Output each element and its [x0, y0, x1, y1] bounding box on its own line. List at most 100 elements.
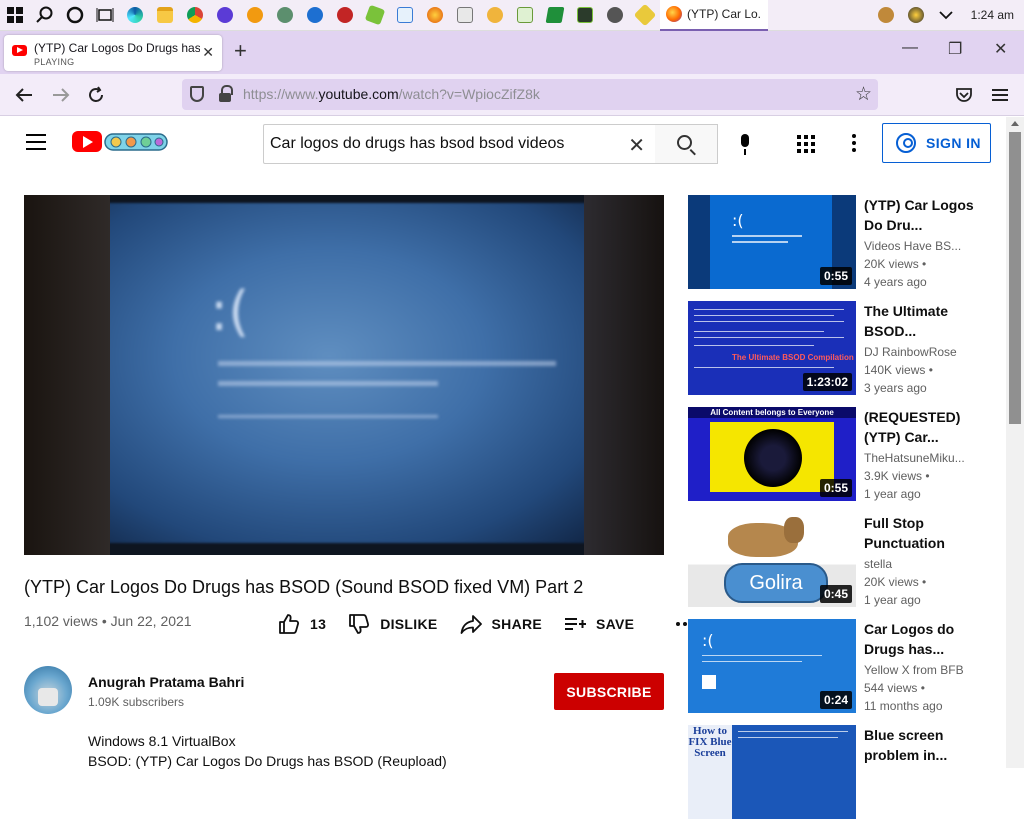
edge-dev-icon[interactable]: [300, 0, 330, 30]
scroll-up-arrow-icon[interactable]: [1011, 121, 1019, 126]
settings-app-icon[interactable]: [600, 0, 630, 30]
channel-avatar[interactable]: [24, 666, 72, 714]
close-window-button[interactable]: ✕: [994, 39, 1007, 59]
search-box[interactable]: ✕: [263, 124, 656, 164]
related-video-thumbnail[interactable]: Golira 0:45: [688, 513, 856, 607]
lock-icon[interactable]: [219, 85, 233, 103]
edge-icon[interactable]: [120, 0, 150, 30]
page-scrollbar[interactable]: [1006, 117, 1024, 768]
related-video-thumbnail[interactable]: How to FIX Blue Screen: [688, 725, 856, 819]
taskbar-active-window[interactable]: (YTP) Car Lo...: [660, 0, 768, 31]
related-video-age: 4 years ago: [864, 275, 927, 289]
browser-tab-active[interactable]: (YTP) Car Logos Do Drugs has BSOD (Sound…: [4, 35, 222, 71]
pen-app-icon[interactable]: [630, 0, 660, 30]
minimize-window-button[interactable]: —: [902, 39, 918, 57]
sign-in-label: SIGN IN: [926, 135, 981, 151]
search-input[interactable]: [270, 133, 610, 155]
related-video-title[interactable]: Full Stop Punctuation: [864, 513, 982, 553]
address-bar[interactable]: https://www.youtube.com/watch?v=WpiocZif…: [182, 79, 878, 110]
related-video[interactable]: How to FIX Blue Screen Blue screen probl…: [688, 725, 998, 819]
chevron-down-icon[interactable]: [931, 0, 961, 30]
taskbar-clock[interactable]: 1:24 am: [961, 8, 1024, 22]
star-app-icon[interactable]: [871, 0, 901, 30]
app-menu-button[interactable]: [987, 82, 1013, 108]
firefox-dev-icon[interactable]: [420, 0, 450, 30]
guide-menu-icon[interactable]: [26, 134, 46, 150]
video-frame-bsod-screen: [104, 203, 604, 543]
search-button[interactable]: [655, 124, 718, 164]
related-video[interactable]: :( 0:24 Car Logos do Drugs has... Yellow…: [688, 619, 998, 713]
related-video[interactable]: Golira 0:45 Full Stop Punctuation stella…: [688, 513, 998, 607]
scrollbar-thumb[interactable]: [1009, 132, 1021, 424]
related-video-channel[interactable]: TheHatsuneMiku...: [864, 451, 982, 465]
cortana-icon[interactable]: [60, 0, 90, 30]
restore-window-button[interactable]: ❐: [948, 39, 962, 59]
coin-app-icon[interactable]: [480, 0, 510, 30]
tracking-protection-icon[interactable]: [190, 86, 204, 102]
related-video[interactable]: All Content belongs to Everyone 0:55 (RE…: [688, 407, 998, 501]
related-video-title[interactable]: Blue screen problem in...: [864, 725, 982, 765]
related-video-channel[interactable]: Videos Have BS...: [864, 239, 982, 253]
related-video[interactable]: The Ultimate BSOD Compilation 1:23:02 Th…: [688, 301, 998, 395]
save-button[interactable]: SAVE: [564, 613, 634, 635]
video-title: (YTP) Car Logos Do Drugs has BSOD (Sound…: [24, 577, 584, 597]
related-video-channel[interactable]: DJ RainbowRose: [864, 345, 982, 359]
firefox-tray-icon[interactable]: [901, 0, 931, 30]
dislike-button[interactable]: DISLIKE: [348, 613, 437, 635]
gem-app-icon[interactable]: [360, 0, 390, 30]
related-video-channel[interactable]: stella: [864, 557, 982, 571]
youtube-logo-icon[interactable]: [72, 131, 102, 152]
reload-button[interactable]: [83, 82, 109, 108]
close-tab-icon[interactable]: ✕: [202, 44, 214, 61]
thumbnail-banner-text: All Content belongs to Everyone: [688, 407, 856, 418]
windows-start-icon[interactable]: [0, 0, 30, 30]
app-icon[interactable]: [270, 0, 300, 30]
share-button[interactable]: SHARE: [460, 613, 543, 635]
back-button[interactable]: [11, 82, 37, 108]
microphone-icon[interactable]: [738, 134, 752, 156]
subscribe-button[interactable]: SUBSCRIBE: [554, 673, 664, 710]
related-video[interactable]: :( 0:55 (YTP) Car Logos Do Dru... Videos…: [688, 195, 998, 289]
related-video-channel[interactable]: Yellow X from BFB: [864, 663, 982, 677]
url-text[interactable]: https://www.youtube.com/watch?v=WpiocZif…: [243, 86, 540, 102]
youtube-doodle-logo[interactable]: [104, 130, 168, 154]
bsod-text-line: [218, 381, 438, 386]
youtube-favicon-icon: [12, 45, 27, 56]
video-duration: 0:55: [819, 267, 852, 285]
related-video-thumbnail[interactable]: The Ultimate BSOD Compilation 1:23:02: [688, 301, 856, 395]
search-icon[interactable]: [30, 0, 60, 30]
sign-in-button[interactable]: SIGN IN: [882, 123, 991, 163]
bsod-text-line: [218, 361, 556, 366]
related-video-title[interactable]: (YTP) Car Logos Do Dru...: [864, 195, 982, 235]
tree-app-icon[interactable]: [540, 0, 570, 30]
apps-grid-icon[interactable]: [797, 135, 815, 153]
bug-app-icon[interactable]: [330, 0, 360, 30]
related-video-thumbnail[interactable]: :( 0:24: [688, 619, 856, 713]
chrome-icon[interactable]: [180, 0, 210, 30]
pocket-button[interactable]: [951, 82, 977, 108]
related-video-title[interactable]: (REQUESTED) (YTP) Car...: [864, 407, 982, 447]
bookmark-star-icon[interactable]: ☆: [855, 83, 872, 106]
related-video-thumbnail[interactable]: :( 0:55: [688, 195, 856, 289]
channel-name[interactable]: Anugrah Pratama Bahri: [88, 674, 244, 690]
clear-search-icon[interactable]: ✕: [628, 133, 645, 158]
vs-app-icon[interactable]: [390, 0, 420, 30]
task-view-icon[interactable]: [90, 0, 120, 30]
terminal-app-icon[interactable]: [570, 0, 600, 30]
related-video-views: 3.9K views •: [864, 469, 930, 483]
magnifier-app-icon[interactable]: [240, 0, 270, 30]
video-player[interactable]: :(: [24, 195, 664, 555]
browser-tab-strip: (YTP) Car Logos Do Drugs has BSOD (Sound…: [0, 31, 1024, 74]
related-video-title[interactable]: The Ultimate BSOD...: [864, 301, 982, 341]
notepad-app-icon[interactable]: [510, 0, 540, 30]
calendar-app-icon[interactable]: [450, 0, 480, 30]
forward-button[interactable]: [48, 82, 74, 108]
headphones-app-icon[interactable]: [210, 0, 240, 30]
related-video-thumbnail[interactable]: All Content belongs to Everyone 0:55: [688, 407, 856, 501]
related-video-title[interactable]: Car Logos do Drugs has...: [864, 619, 982, 659]
settings-more-icon[interactable]: [852, 134, 856, 152]
file-explorer-icon[interactable]: [150, 0, 180, 30]
reload-icon: [89, 86, 103, 102]
new-tab-button[interactable]: +: [234, 40, 247, 62]
like-button[interactable]: 13: [278, 613, 326, 635]
